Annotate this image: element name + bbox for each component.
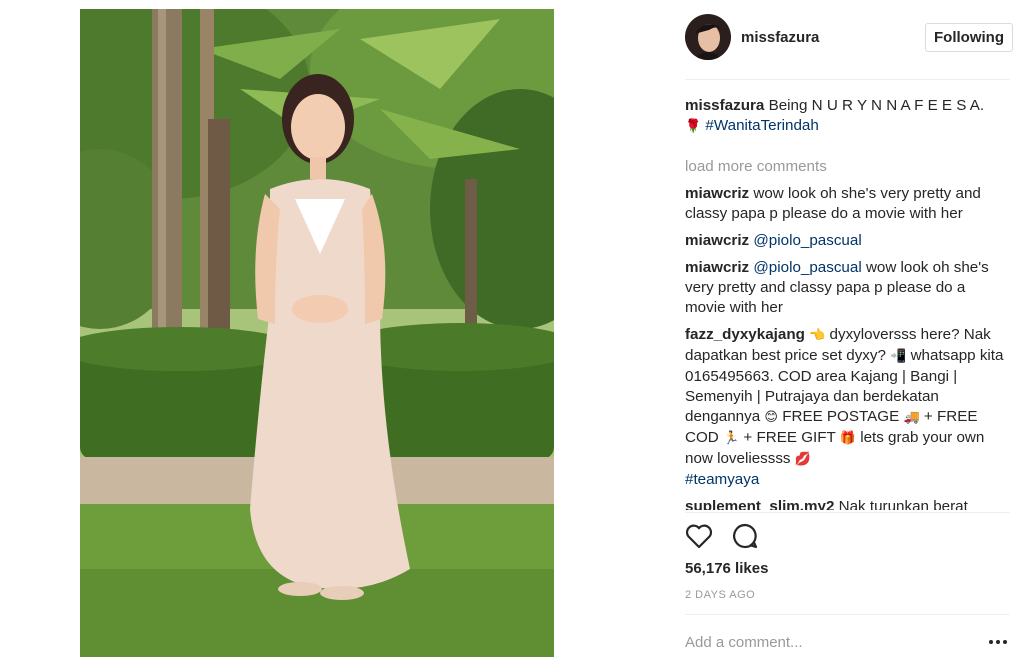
comment-item: suplement_slim.my2 Nak turunkan berat (685, 497, 1005, 510)
comment-button[interactable] (731, 522, 759, 550)
comment-item: fazz_dyxykajang 👈 dyxyloversss here? Nak… (685, 325, 1005, 490)
post-actions (685, 522, 759, 550)
comment-text: Nak turunkan berat (838, 498, 968, 510)
phone-emoji-icon: 📲 (890, 349, 907, 364)
comment-text: FREE POSTAGE (782, 408, 900, 425)
runner-emoji-icon: 🏃 (722, 431, 740, 446)
comments-divider (685, 512, 1010, 513)
like-button[interactable] (685, 523, 713, 549)
heart-icon (685, 524, 713, 549)
gift-emoji-icon: 🎁 (839, 431, 856, 446)
comment-item: miawcriz @piolo_pascual (685, 231, 1005, 251)
post-caption: missfazura Being N U R Y N N A F E E S A… (685, 96, 1005, 137)
more-dot (989, 640, 993, 644)
comment-username[interactable]: miawcriz (685, 232, 749, 249)
caption-hashtag[interactable]: #WanitaTerindah (705, 117, 818, 134)
pointing-hand-emoji-icon: 👈 (809, 328, 826, 343)
truck-emoji-icon: 🚚 (903, 410, 920, 425)
instagram-post-view: missfazura Following missfazura Being N … (0, 0, 1024, 668)
load-more-comments-link[interactable]: load more comments (685, 157, 1005, 177)
comment-hashtag[interactable]: #teamyaya (685, 471, 759, 488)
comment-username[interactable]: fazz_dyxykajang (685, 326, 805, 343)
comment-item: miawcriz @piolo_pascual wow look oh she'… (685, 258, 1005, 318)
comment-mention[interactable]: @piolo_pascual (753, 259, 861, 276)
comment-username[interactable]: miawcriz (685, 259, 749, 276)
header-divider (685, 79, 1010, 80)
comment-username[interactable]: miawcriz (685, 185, 749, 202)
kiss-emoji-icon: 💋 (794, 452, 811, 467)
speech-bubble-icon (733, 523, 758, 549)
more-options-icon[interactable] (986, 633, 1010, 651)
avatar[interactable] (685, 14, 731, 60)
caption-username[interactable]: missfazura (685, 97, 764, 114)
post-photo[interactable] (80, 9, 554, 657)
post-author-username[interactable]: missfazura (741, 29, 819, 46)
comment-username[interactable]: suplement_slim.my2 (685, 498, 834, 510)
comment-text: + FREE GIFT (743, 429, 836, 446)
add-comment-input[interactable] (685, 628, 975, 656)
comment-mention[interactable]: @piolo_pascual (753, 232, 861, 249)
comments-list[interactable]: missfazura Being N U R Y N N A F E E S A… (685, 96, 1005, 510)
footer-divider (685, 614, 1010, 615)
post-side-panel: missfazura Following missfazura Being N … (671, 0, 1024, 668)
photo-illustration (80, 9, 554, 657)
rose-emoji-icon: 🌹 (685, 119, 702, 134)
following-button[interactable]: Following (925, 22, 1013, 52)
more-dot (996, 640, 1000, 644)
smile-emoji-icon: 😊 (764, 410, 778, 425)
likes-count[interactable]: 56,176 likes (685, 560, 768, 577)
avatar-image (685, 14, 731, 60)
caption-text: Being N U R Y N N A F E E S A. (768, 97, 985, 114)
post-header: missfazura Following (685, 12, 1013, 62)
more-dot (1003, 640, 1007, 644)
comment-item: miawcriz wow look oh she's very pretty a… (685, 184, 1005, 224)
post-timestamp: 2 DAYS AGO (685, 589, 756, 601)
